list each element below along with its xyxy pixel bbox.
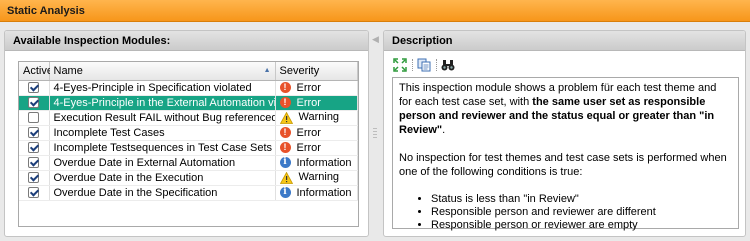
table-row[interactable]: Incomplete Testsequences in Test Case Se… [19,140,358,156]
row-active-cell [19,140,50,156]
severity-cell: ! Error [275,140,358,156]
module-name: Overdue Date in the Execution [49,170,276,186]
description-p1-suffix: . [442,124,446,136]
copy-icon[interactable] [417,58,431,72]
severity-label: Warning [298,171,340,184]
module-name: Overdue Date in External Automation [49,155,276,171]
severity-label: Information [296,186,352,199]
collapse-arrow-icon[interactable]: ◀ [372,34,379,45]
description-panel: Description This inspection module shows… [383,30,746,237]
row-active-cell [19,125,50,141]
table-row[interactable]: 4-Eyes-Principle in Specification violat… [19,80,358,96]
error-icon: ! [279,82,291,94]
error-icon: ! [279,127,291,139]
error-icon: ! [279,142,291,154]
condition-item: Responsible person and reviewer are diff… [431,206,732,219]
table-row[interactable]: Overdue Date in External Automation i Info… [19,155,358,171]
active-checkbox[interactable] [28,187,40,199]
module-name: Incomplete Test Cases [49,125,276,141]
severity-cell: ! Error [275,125,358,141]
row-active-cell [19,80,50,96]
severity-cell: i Information [275,155,358,171]
description-paragraph-2: No inspection for test themes and test c… [399,152,727,178]
table-row[interactable]: 4-Eyes-Principle in the External Automat… [19,95,358,111]
module-name: 4-Eyes-Principle in the External Automat… [49,95,276,111]
panel-splitter[interactable]: ◀ [369,30,383,237]
condition-item: Responsible person or reviewer are empty [431,219,732,232]
table-row[interactable]: Overdue Date in the Execution Warning [19,170,358,186]
active-checkbox[interactable] [28,112,40,124]
sort-ascending-icon: ▲ [263,67,271,74]
row-active-cell [19,95,50,111]
severity-label: Error [296,81,321,94]
inspection-modules-panel: Available Inspection Modules: Active Nam… [4,30,369,237]
severity-cell: ! Error [275,80,358,96]
inspection-modules-table[interactable]: Active Name ▲ Severity 4-Eyes-Principle … [18,61,359,227]
find-icon[interactable] [441,58,455,72]
module-name: Overdue Date in the Specification [49,185,276,201]
info-icon: i [279,157,291,169]
severity-label: Information [296,156,352,169]
active-checkbox[interactable] [28,142,40,154]
table-row[interactable]: Overdue Date in the Specification i Inform… [19,185,358,201]
app-title: Static Analysis [7,5,85,17]
active-checkbox[interactable] [28,82,40,94]
column-header-name-label: Name [53,64,83,77]
inspection-modules-header: Available Inspection Modules: [5,31,368,51]
splitter-grip-icon[interactable] [373,128,377,140]
column-header-severity[interactable]: Severity [275,62,358,81]
severity-label: Warning [298,111,340,124]
row-active-cell [19,185,50,201]
module-name: Execution Result FAIL without Bug refere… [49,110,276,126]
condition-item: Status is less than "in Review" [431,193,732,206]
active-checkbox[interactable] [28,127,40,139]
active-checkbox[interactable] [28,172,40,184]
table-row[interactable]: Incomplete Test Cases! Error [19,125,358,141]
warning-icon [279,111,293,124]
table-row[interactable]: Execution Result FAIL without Bug refere… [19,110,358,126]
table-header-row: Active Name ▲ Severity [19,62,358,81]
active-checkbox[interactable] [28,157,40,169]
severity-label: Error [296,96,321,109]
column-header-active[interactable]: Active [19,62,53,81]
info-icon: i [279,187,291,199]
title-bar: Static Analysis [0,0,750,22]
module-name: 4-Eyes-Principle in Specification violat… [49,80,276,96]
description-paragraph-1: This inspection module shows a problem f… [399,81,732,137]
severity-cell: i Information [275,185,358,201]
row-active-cell [19,155,50,171]
row-active-cell [19,170,50,186]
active-checkbox[interactable] [28,97,40,109]
warning-icon [279,171,293,184]
description-header: Description [384,31,745,51]
row-active-cell [19,110,50,126]
severity-cell: Warning [275,170,358,186]
column-header-name[interactable]: Name ▲ [49,62,276,81]
description-text: This inspection module shows a problem f… [392,77,739,232]
expand-icon[interactable] [393,58,407,72]
severity-cell: Warning [275,110,358,126]
condition-list: Status is less than "in Review" Responsi… [399,193,732,232]
error-icon: ! [279,97,291,109]
severity-label: Error [296,126,321,139]
severity-cell: ! Error [275,95,358,111]
severity-label: Error [296,141,321,154]
module-name: Incomplete Testsequences in Test Case Se… [49,140,276,156]
